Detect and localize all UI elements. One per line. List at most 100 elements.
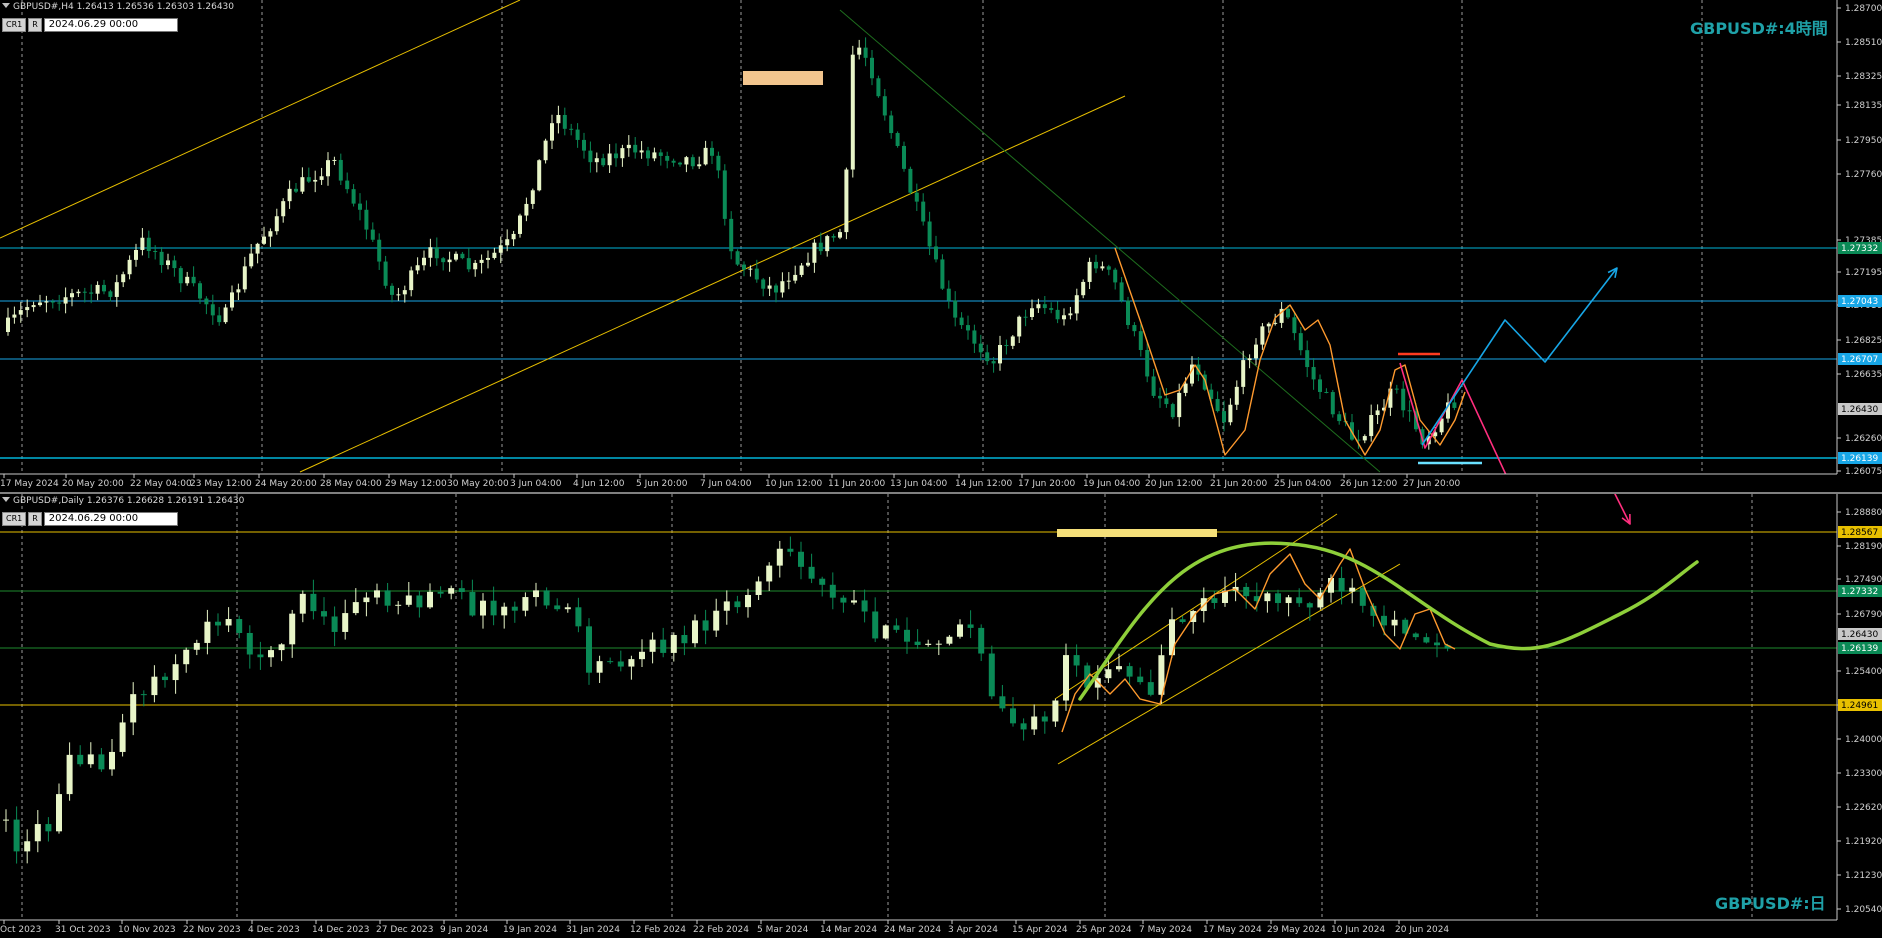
h4-chart-canvas[interactable]: 1.28700 1.28510 1.28325 1.28135 1.27950 1.277… [0, 0, 1882, 494]
candle-body [249, 253, 254, 267]
h4-price-axis: 1.28700 1.28510 1.28325 1.28135 1.27950 1.277… [1836, 0, 1882, 494]
time-tick-label: 4 Dec 2023 [248, 925, 300, 935]
time-tick-label: 22 Nov 2023 [183, 925, 241, 935]
candle-body [767, 285, 772, 289]
candle-body [102, 284, 106, 292]
candle-body [178, 268, 183, 284]
candle-body [193, 642, 200, 650]
candle-body [1145, 349, 1150, 377]
price-tick-label: 1.21920 [1845, 837, 1882, 847]
h4-chart-pane[interactable]: 1.28700 1.28510 1.28325 1.28135 1.27950 1.277… [0, 0, 1882, 494]
candle-body [1296, 597, 1303, 604]
candle-body [257, 654, 264, 658]
candle-body [134, 249, 138, 260]
candle-body [1375, 410, 1380, 416]
candle-body [66, 754, 73, 795]
candle-body [437, 591, 444, 594]
time-tick-label: 7 May 2024 [1139, 925, 1192, 935]
candle-body [95, 284, 100, 294]
cr1-button[interactable]: CR1 [2, 18, 27, 32]
candle-body [56, 794, 62, 832]
candle-body [1113, 269, 1118, 283]
time-tick-label: 31 Oct 2023 [55, 925, 111, 935]
time-tick-label: 14 Mar 2024 [820, 925, 877, 935]
candle-body [24, 841, 31, 852]
candle-body [486, 257, 490, 260]
candle-body [713, 610, 720, 631]
candle-body [146, 237, 151, 252]
candle-body [786, 280, 791, 282]
candle-body [1042, 304, 1047, 309]
candle-body [268, 650, 274, 658]
collapse-triangle-icon[interactable] [2, 3, 10, 8]
price-level-tag-text: 1.26430 [1841, 630, 1878, 640]
candle-body [1391, 619, 1398, 626]
candle-body [109, 751, 115, 770]
candle-body [1286, 308, 1290, 318]
price-tick-label: 1.28325 [1845, 72, 1882, 82]
candle-body [729, 218, 734, 252]
candle-body [1068, 313, 1073, 316]
r-button[interactable]: R [28, 18, 42, 32]
candle-body [159, 251, 164, 266]
candle-body [872, 611, 879, 639]
candle-body [940, 259, 945, 289]
cr1-button[interactable]: CR1 [2, 512, 27, 526]
price-tick-label: 1.27195 [1845, 268, 1882, 278]
time-tick-label: 5 Mar 2024 [757, 925, 809, 935]
candle-body [692, 620, 698, 644]
daily-chart-pane[interactable]: 1.288801.281901.274901.267901.254001.247… [0, 494, 1882, 938]
daily-toolbar: CR1 R 2024.06.29 00:00 [2, 512, 178, 526]
candle-body [1305, 350, 1310, 368]
candle-body [358, 203, 362, 210]
channel-lower-line [1057, 563, 1401, 765]
candle-body [377, 239, 382, 262]
time-tick-label: 22 Feb 2024 [693, 925, 749, 935]
candle-body [140, 237, 145, 250]
collapse-triangle-icon[interactable] [2, 497, 10, 502]
candle-body [447, 259, 452, 263]
candle-body [1049, 308, 1054, 310]
h4-date-field[interactable]: 2024.06.29 00:00 [43, 18, 178, 32]
price-tick-label: 1.26790 [1845, 610, 1882, 620]
daily-chart-canvas[interactable]: 1.288801.281901.274901.267901.254001.247… [0, 494, 1882, 938]
candle-body [861, 600, 868, 612]
candle-body [370, 229, 375, 240]
price-level-tag-text: 1.28567 [1841, 528, 1878, 538]
candle-body [991, 361, 996, 364]
candle-body [1138, 331, 1143, 350]
candle-body [818, 242, 823, 252]
candle-body [1324, 391, 1329, 393]
candle-body [338, 159, 343, 181]
price-tick-label: 1.27490 [1845, 575, 1882, 585]
candle-body [236, 619, 243, 633]
candle-body [1298, 333, 1303, 351]
candle-body [921, 201, 926, 222]
daily-ohlc-text: GBPUSD#,Daily 1.26376 1.26628 1.26191 1.… [13, 496, 245, 506]
peach-rectangle-marker [743, 71, 823, 85]
candle-body [722, 170, 727, 219]
candle-body [639, 150, 644, 153]
time-tick-label: 20 May 20:00 [62, 479, 124, 489]
candle-body [1030, 308, 1034, 317]
candle-body [98, 754, 105, 770]
candle-body [844, 169, 849, 233]
candle-body [793, 274, 798, 281]
candle-body [287, 188, 292, 202]
price-tick-label: 1.21230 [1845, 871, 1882, 881]
candle-body [988, 653, 995, 697]
candle-body [1292, 317, 1297, 334]
r-button[interactable]: R [28, 512, 42, 526]
candle-body [1041, 716, 1048, 722]
candle-body [582, 139, 586, 151]
candle-body [466, 258, 471, 270]
candle-body [646, 150, 650, 159]
candle-body [620, 148, 625, 159]
candle-body [543, 140, 548, 161]
candle-body [617, 661, 624, 667]
daily-date-field[interactable]: 2024.06.29 00:00 [43, 512, 178, 526]
candle-body [428, 247, 433, 258]
candle-body [505, 239, 510, 246]
price-level-tag-text: 1.27332 [1841, 587, 1878, 597]
candle-body [838, 232, 842, 238]
